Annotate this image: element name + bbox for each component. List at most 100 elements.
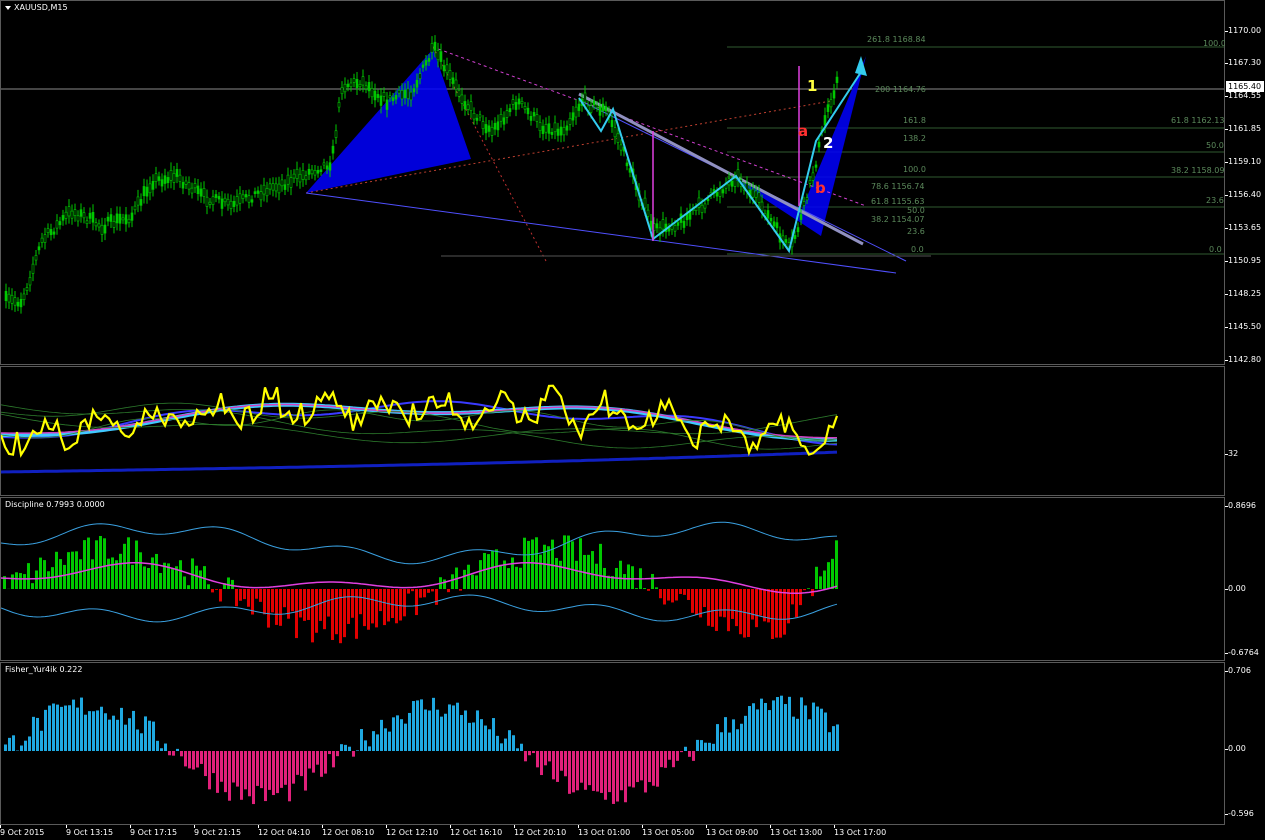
envelope-line (1, 521, 838, 565)
histogram-bar (823, 570, 826, 589)
histogram-bar (528, 751, 531, 756)
histogram-bar (96, 710, 99, 751)
candle (604, 106, 608, 112)
histogram-bar (712, 743, 715, 751)
candle (52, 231, 56, 235)
histogram-bar (415, 589, 418, 616)
candle (520, 101, 524, 105)
histogram-bar (719, 589, 722, 617)
price-tick: 1148.25 (1224, 289, 1262, 298)
histogram-bar (448, 704, 451, 751)
histogram-bar (216, 751, 219, 793)
candle (532, 112, 536, 117)
histogram-bar (375, 589, 378, 628)
candle (574, 106, 578, 118)
histogram-bar (796, 718, 799, 751)
candle (379, 95, 383, 106)
histogram-bar (644, 751, 647, 793)
price-axis[interactable]: 1170.00 1167.30 1164.55 1161.85 1159.10 … (1224, 0, 1265, 365)
candle (484, 124, 488, 134)
candle (769, 217, 773, 222)
candle (613, 127, 617, 138)
candle (229, 200, 233, 209)
histogram-bar (243, 589, 246, 600)
histogram-bar (344, 744, 347, 751)
chart-menu-icon[interactable] (5, 5, 11, 10)
histogram-bar (744, 715, 747, 751)
fisher-tick: -0.596 (1225, 809, 1254, 818)
histogram-bar (136, 729, 139, 751)
histogram-bar (208, 751, 211, 790)
histogram-bar (183, 576, 186, 589)
histogram-bar (396, 715, 399, 751)
candle (163, 175, 167, 184)
price-tick: 1159.10 (1224, 157, 1262, 166)
histogram-bar (199, 570, 202, 589)
histogram-bar (575, 560, 578, 589)
candle (247, 195, 251, 203)
fib-level-label: 100.0 (1203, 39, 1226, 48)
histogram-bar (351, 589, 354, 618)
histogram-bar (292, 751, 295, 784)
candle (352, 78, 356, 83)
candle (676, 222, 680, 226)
histogram-bar (312, 751, 315, 773)
fib-level-label: 38.2 1158.09 (1171, 166, 1225, 175)
candle (343, 83, 347, 93)
histogram-bar (140, 733, 143, 751)
histogram-bar (431, 589, 434, 592)
histogram-bar (504, 738, 507, 751)
candle (10, 294, 14, 304)
candle (544, 123, 548, 133)
histogram-bar (176, 748, 179, 751)
discipline-pane[interactable]: Discipline 0.7993 0.0000 (0, 497, 1225, 661)
histogram-bar (459, 589, 462, 591)
candle (133, 205, 137, 211)
histogram-bar (775, 589, 778, 638)
histogram-bar (703, 589, 706, 608)
candle (430, 43, 434, 53)
candle (76, 215, 80, 222)
histogram-bar (760, 698, 763, 751)
candle (166, 177, 170, 184)
time-label: 9 Oct 2015 (0, 825, 45, 837)
histogram-bar (440, 716, 443, 751)
histogram-bar (735, 589, 738, 627)
candle (565, 125, 569, 131)
histogram-bar (8, 737, 11, 751)
fisher-pane[interactable]: Fisher_Yur4ik 0.222 (0, 662, 1225, 825)
histogram-bar (391, 589, 394, 618)
histogram-bar (304, 751, 307, 791)
candle (262, 184, 266, 195)
histogram-bar (99, 535, 102, 589)
histogram-bar (59, 559, 62, 589)
candle (91, 211, 95, 223)
candle (511, 99, 515, 105)
candle (757, 192, 761, 203)
candle (571, 112, 575, 121)
fib-level-label: 38.2 1154.07 (871, 215, 925, 224)
histogram-bar (772, 700, 775, 751)
histogram-bar (284, 751, 287, 785)
candle (31, 263, 35, 274)
fisher-canvas (4, 695, 839, 805)
price-chart-pane[interactable]: XAUUSD,M15 261.8 1168.84 100.0 200 1164.… (0, 0, 1226, 365)
candle (793, 235, 797, 239)
histogram-bar (63, 564, 66, 589)
fib-level-label: 23.6 (907, 227, 925, 236)
histogram-bar (456, 702, 459, 751)
histogram-bar (68, 705, 71, 751)
candle (292, 173, 296, 179)
histogram-bar (612, 751, 615, 804)
histogram-bar (468, 722, 471, 751)
histogram-bar (88, 711, 91, 751)
histogram-bar (820, 708, 823, 751)
histogram-bar (255, 589, 258, 599)
candle (703, 203, 707, 209)
oscillator-pane[interactable] (0, 366, 1225, 496)
candle (67, 206, 71, 217)
candle (448, 70, 452, 80)
candle (265, 188, 269, 197)
candle (55, 220, 59, 229)
candle (493, 122, 497, 130)
